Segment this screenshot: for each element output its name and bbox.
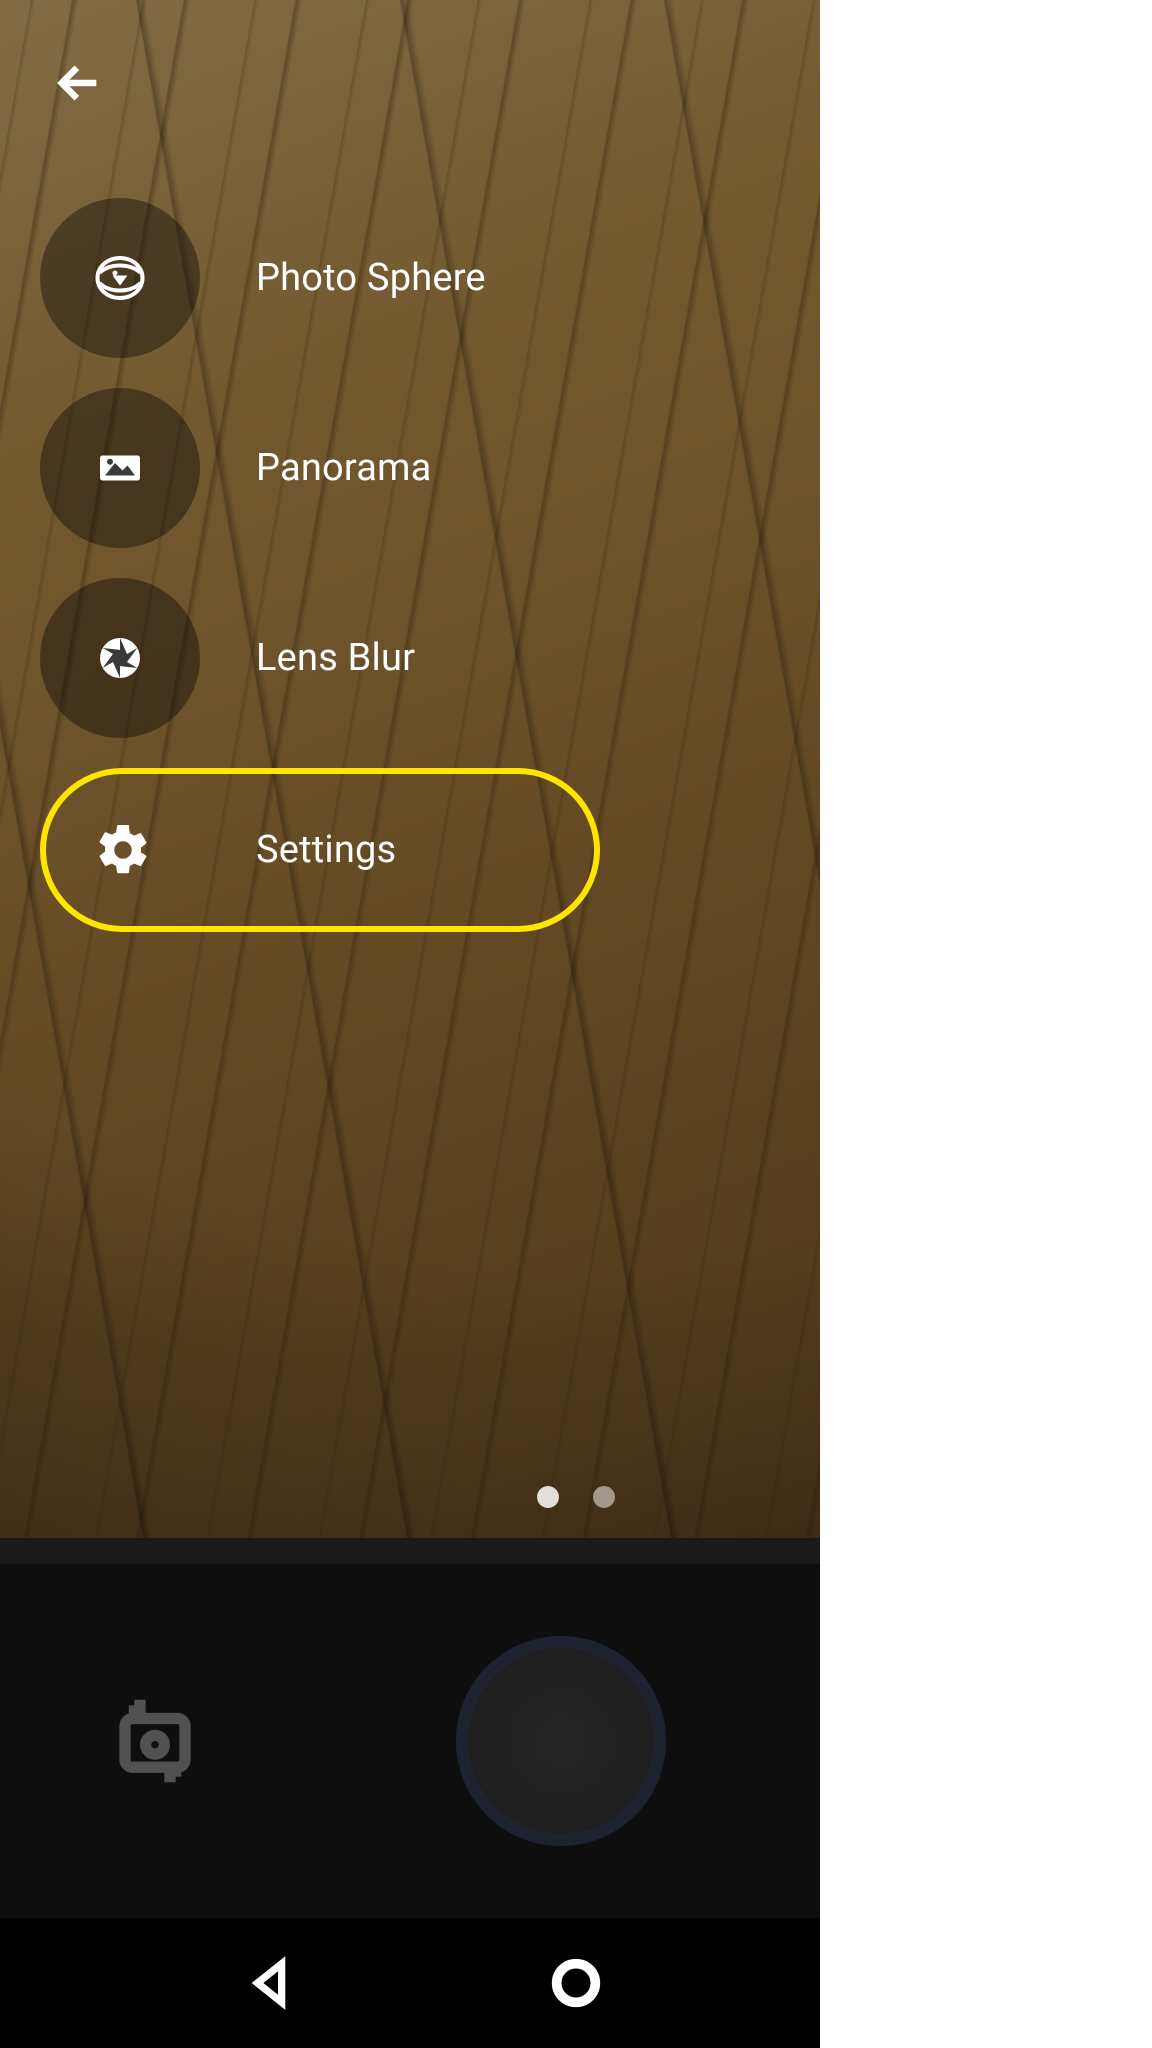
switch-camera-icon bbox=[110, 1696, 200, 1786]
menu-item-label: Panorama bbox=[256, 446, 432, 490]
page-dot[interactable] bbox=[537, 1486, 559, 1508]
nav-home-icon bbox=[547, 1954, 605, 2012]
gear-icon bbox=[46, 773, 200, 927]
nav-back-button[interactable] bbox=[212, 1938, 332, 2028]
page-dot[interactable] bbox=[593, 1486, 615, 1508]
nav-home-button[interactable] bbox=[516, 1938, 636, 2028]
menu-item-label: Lens Blur bbox=[256, 636, 415, 680]
photosphere-icon bbox=[40, 198, 200, 358]
letterbox-whitespace bbox=[820, 0, 1152, 2048]
camera-mode-menu: Photo Sphere Panorama bbox=[40, 198, 600, 962]
aperture-icon bbox=[40, 578, 200, 738]
back-button[interactable] bbox=[44, 48, 114, 118]
menu-item-panorama[interactable]: Panorama bbox=[40, 388, 600, 548]
menu-item-label: Photo Sphere bbox=[256, 256, 486, 300]
menu-item-photo-sphere[interactable]: Photo Sphere bbox=[40, 198, 600, 358]
shutter-button[interactable] bbox=[456, 1636, 666, 1846]
back-arrow-icon bbox=[53, 57, 105, 109]
page-indicator bbox=[537, 1486, 615, 1508]
nav-back-icon bbox=[243, 1954, 301, 2012]
menu-item-label: Settings bbox=[256, 828, 396, 872]
menu-item-settings[interactable]: Settings bbox=[40, 768, 600, 932]
panorama-icon bbox=[40, 388, 200, 548]
camera-app-screen: Photo Sphere Panorama bbox=[0, 0, 1152, 2048]
switch-camera-button[interactable] bbox=[100, 1686, 210, 1796]
menu-item-lens-blur[interactable]: Lens Blur bbox=[40, 578, 600, 738]
